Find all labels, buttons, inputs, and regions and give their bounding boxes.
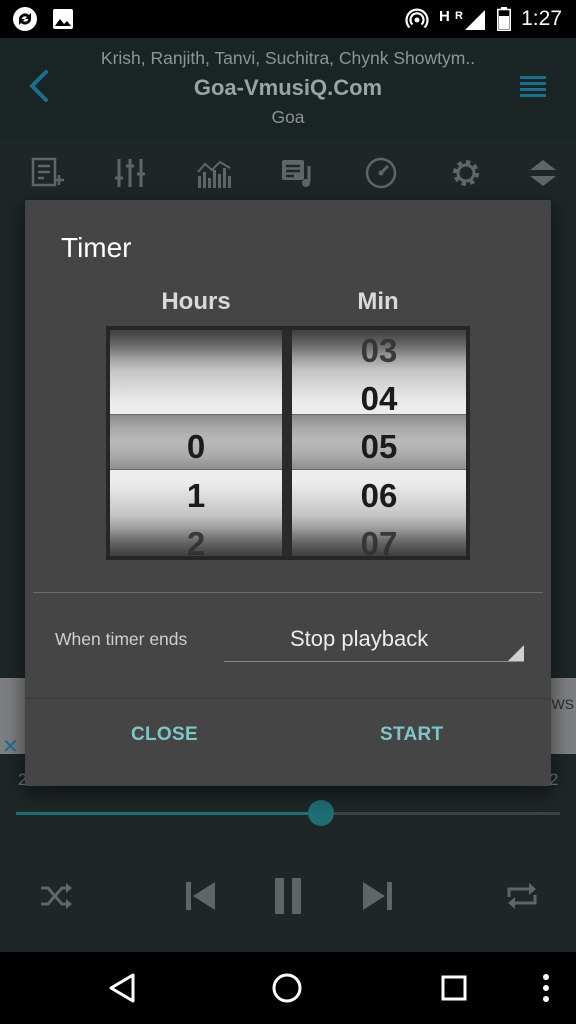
home-nav-icon[interactable] xyxy=(267,968,307,1008)
queue-menu-button[interactable] xyxy=(516,74,552,102)
next-icon[interactable] xyxy=(358,868,398,924)
ad-close-icon[interactable]: ✕ xyxy=(2,734,19,759)
wheel-shade xyxy=(110,516,282,556)
wheel-shade xyxy=(110,330,282,370)
settings-icon[interactable] xyxy=(449,156,483,190)
playback-controls xyxy=(0,868,576,924)
end-action-value: Stop playback xyxy=(290,626,429,651)
recents-nav-icon[interactable] xyxy=(434,968,474,1008)
minutes-item-selected[interactable]: 05 xyxy=(292,423,466,471)
navigation-bar xyxy=(0,952,576,1024)
battery-icon xyxy=(497,7,512,31)
back-button[interactable] xyxy=(24,68,54,104)
divider xyxy=(25,698,551,699)
select-underline xyxy=(224,661,524,662)
equalizer-icon[interactable] xyxy=(113,156,147,190)
lyrics-icon[interactable] xyxy=(280,156,314,190)
artists-text: Krish, Ranjith, Tanvi, Suchitra, Chynk S… xyxy=(100,48,476,68)
ad-text: WS xyxy=(551,696,574,712)
hotspot-icon xyxy=(405,7,429,31)
end-action-select[interactable]: Stop playback xyxy=(224,618,524,666)
previous-icon[interactable] xyxy=(180,868,220,924)
visualizer-icon[interactable] xyxy=(196,156,231,190)
overflow-menu-icon[interactable] xyxy=(526,968,566,1008)
roaming-text: R xyxy=(455,10,463,22)
divider xyxy=(33,592,543,593)
seek-bar[interactable] xyxy=(16,812,560,815)
song-title: Goa-VmusiQ.Com xyxy=(193,75,383,100)
wheel-shade xyxy=(292,330,466,370)
dropdown-caret-icon xyxy=(508,645,524,661)
hours-item-selected[interactable]: 0 xyxy=(110,423,282,471)
hours-wheel[interactable]: 0 1 2 xyxy=(110,330,282,556)
close-button[interactable]: CLOSE xyxy=(131,724,198,746)
player-header: Krish, Ranjith, Tanvi, Suchitra, Chynk S… xyxy=(0,38,576,138)
collapse-icon[interactable] xyxy=(526,156,560,190)
player-toolbar xyxy=(0,150,576,196)
seek-progress xyxy=(16,812,321,815)
sync-icon xyxy=(12,6,38,32)
sleep-timer-icon[interactable] xyxy=(364,156,398,190)
timer-dialog: Timer Hours Min 0 1 2 03 04 05 06 07 Whe… xyxy=(25,200,551,786)
signal-icon: H R xyxy=(439,6,487,32)
shuffle-icon[interactable] xyxy=(36,868,76,924)
hours-item[interactable]: 1 xyxy=(110,472,282,520)
start-button[interactable]: START xyxy=(380,724,443,746)
minutes-wheel[interactable]: 03 04 05 06 07 xyxy=(292,330,466,556)
hours-item[interactable] xyxy=(110,375,282,423)
pause-icon[interactable] xyxy=(268,868,308,924)
status-time: 1:27 xyxy=(521,7,562,30)
when-timer-ends-label: When timer ends xyxy=(55,629,188,649)
wheel-shade xyxy=(292,516,466,556)
dialog-title: Timer xyxy=(61,232,132,263)
status-bar: H R 1:27 xyxy=(0,0,576,38)
minutes-item[interactable]: 06 xyxy=(292,472,466,520)
time-picker: 0 1 2 03 04 05 06 07 xyxy=(106,326,470,560)
add-to-playlist-icon[interactable] xyxy=(30,156,64,190)
image-icon xyxy=(52,8,74,30)
hours-header: Hours xyxy=(161,288,231,315)
back-nav-icon[interactable] xyxy=(102,968,142,1008)
minutes-header: Min xyxy=(357,288,399,315)
picker-divider xyxy=(282,330,292,556)
seek-thumb[interactable] xyxy=(307,800,334,826)
minutes-item[interactable]: 04 xyxy=(292,375,466,423)
repeat-icon[interactable] xyxy=(502,868,542,924)
album-name: Goa xyxy=(271,107,305,127)
network-type-text: H xyxy=(439,8,450,25)
